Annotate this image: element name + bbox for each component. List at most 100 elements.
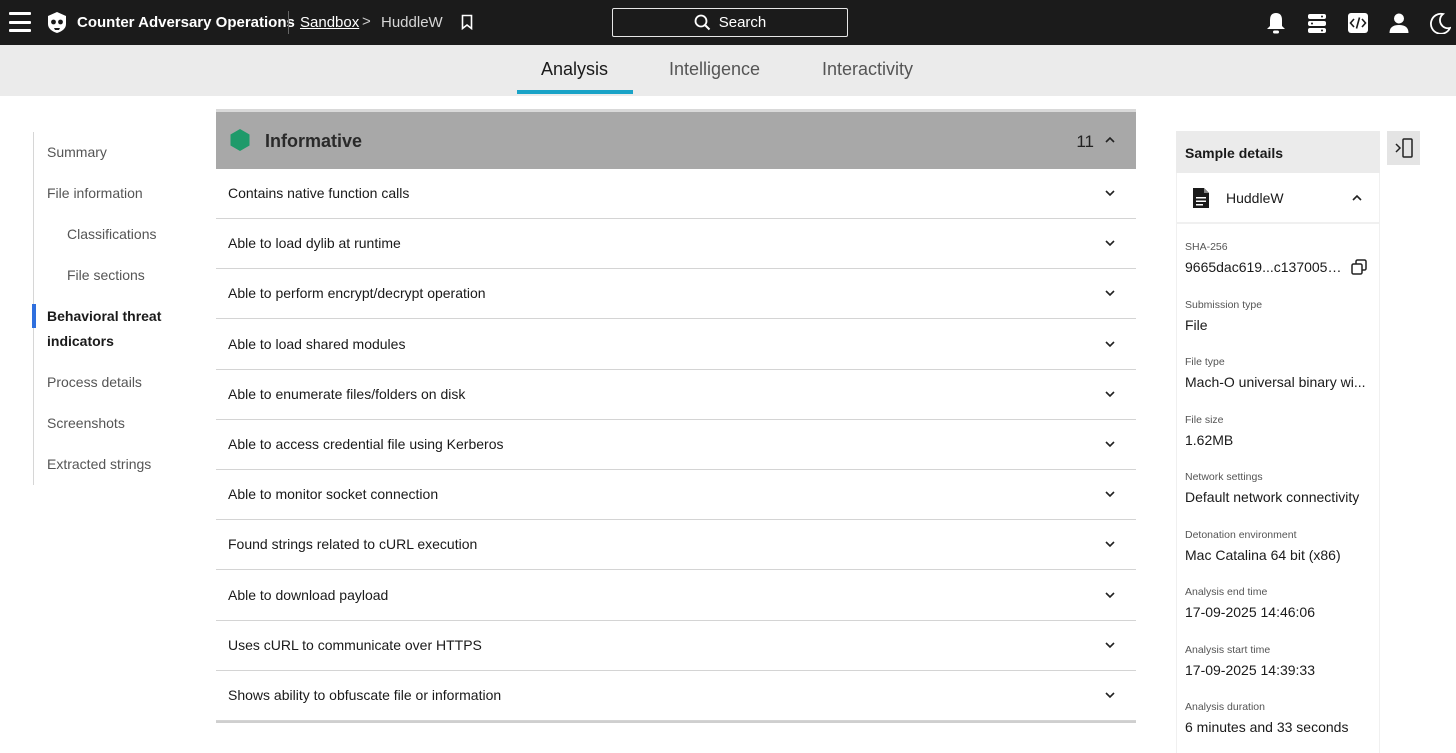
- field-label: Detonation environment: [1185, 528, 1297, 541]
- code-icon[interactable]: [1345, 10, 1371, 36]
- nav-item-file-sections[interactable]: File sections: [67, 263, 145, 288]
- chevron-up-icon[interactable]: [1104, 134, 1116, 146]
- search-label: Search: [718, 14, 767, 31]
- indicator-row[interactable]: Shows ability to obfuscate file or infor…: [216, 671, 1136, 721]
- sample-name: HuddleW: [1226, 190, 1284, 206]
- field-value: Default network connectivity: [1185, 489, 1360, 505]
- breadcrumb-separator: >: [362, 13, 371, 30]
- field-label: Analysis end time: [1185, 586, 1268, 598]
- indicator-row[interactable]: Able to enumerate files/folders on disk: [216, 370, 1136, 420]
- field-value: 1.62MB: [1185, 431, 1234, 448]
- chevron-down-icon[interactable]: [1104, 238, 1116, 248]
- bookmark-icon[interactable]: [461, 14, 473, 30]
- indicator-row[interactable]: Able to monitor socket connection: [216, 470, 1136, 521]
- document-icon: [1193, 188, 1209, 208]
- indicator-row[interactable]: Able to download payload: [216, 571, 1136, 621]
- nav-item-file-information[interactable]: File information: [47, 181, 143, 206]
- indicator-label: Able to enumerate files/folders on disk: [228, 385, 466, 402]
- divider: [288, 11, 289, 34]
- search-button[interactable]: Search: [612, 8, 848, 37]
- nav-item-behavioral-threat-indicators[interactable]: indicators: [47, 329, 114, 354]
- tab-intelligence[interactable]: Intelligence: [669, 59, 760, 80]
- sample-details-header: Sample details: [1176, 131, 1380, 173]
- indicator-row[interactable]: Able to load shared modules: [216, 320, 1136, 370]
- collapse-panel-button[interactable]: [1387, 131, 1420, 165]
- field-label: File size: [1185, 413, 1224, 426]
- field-label: Analysis duration: [1185, 701, 1265, 713]
- field-label: Network settings: [1185, 471, 1263, 483]
- indicator-label: Able to load shared modules: [228, 335, 406, 352]
- field-label: Submission type: [1185, 298, 1263, 311]
- nav-item-behavioral-threat[interactable]: Behavioral threat: [47, 304, 161, 329]
- bell-icon[interactable]: [1263, 10, 1289, 36]
- nav-item-screenshots[interactable]: Screenshots: [47, 411, 125, 436]
- indicator-label: Contains native function calls: [228, 185, 410, 201]
- nav-active-indicator: [32, 304, 36, 328]
- field-label: Analysis start time: [1185, 643, 1271, 656]
- chevron-down-icon[interactable]: [1104, 339, 1116, 349]
- field-value: 17-09-2025 14:39:33: [1185, 661, 1315, 678]
- indicator-label: Able to perform encrypt/decrypt operatio…: [228, 285, 486, 302]
- breadcrumb-current: HuddleW: [381, 14, 443, 31]
- moon-icon[interactable]: [1427, 10, 1453, 36]
- indicator-label: Able to download payload: [228, 586, 389, 603]
- section-title: Informative: [265, 131, 363, 151]
- indicator-row[interactable]: Able to perform encrypt/decrypt operatio…: [216, 269, 1136, 320]
- user-icon[interactable]: [1386, 10, 1412, 36]
- sample-details-fields: SHA-256 9665dac619...c137005e9b Submission…: [1177, 224, 1379, 753]
- chevron-down-icon[interactable]: [1104, 439, 1116, 449]
- indicator-row[interactable]: Able to load dylib at runtime: [216, 219, 1136, 270]
- indicator-row[interactable]: Uses cURL to communicate over HTTPS: [216, 621, 1136, 671]
- indicator-label: Able to monitor socket connection: [228, 486, 439, 503]
- indicator-row[interactable]: Found strings related to cURL execution: [216, 520, 1136, 571]
- indicator-label: Shows ability to obfuscate file or infor…: [228, 687, 502, 703]
- chevron-up-icon[interactable]: [1351, 193, 1363, 203]
- indicator-label: Uses cURL to communicate over HTTPS: [228, 636, 482, 653]
- chevron-down-icon[interactable]: [1104, 590, 1116, 600]
- breadcrumb-sandbox-link[interactable]: Sandbox: [300, 14, 359, 31]
- top-bar: Counter Adversary Operations Sandbox > H…: [0, 0, 1456, 45]
- field-value: Mac Catalina 64 bit (x86): [1185, 546, 1341, 563]
- indicator-label: Found strings related to cURL execution: [228, 536, 478, 553]
- section-count: 11: [1076, 132, 1094, 151]
- active-tab-indicator: [517, 90, 633, 94]
- nav-item-classifications[interactable]: Classifications: [67, 222, 156, 247]
- indicator-label: Able to load dylib at runtime: [228, 235, 401, 252]
- sample-details-title: Sample details: [1185, 145, 1284, 161]
- field-value: 17-09-2025 14:46:06: [1185, 604, 1315, 620]
- nav-item-extracted-strings[interactable]: Extracted strings: [47, 452, 151, 477]
- panel-collapse-icon: [1394, 138, 1413, 158]
- search-icon: [694, 14, 710, 31]
- field-value: 6 minutes and 33 seconds: [1185, 719, 1349, 735]
- field-value: 9665dac619...c137005e9b: [1185, 259, 1349, 275]
- menu-icon[interactable]: [9, 12, 31, 32]
- nav-item-summary[interactable]: Summary: [47, 140, 107, 165]
- logo-icon: [48, 12, 66, 33]
- tabs-bar: Analysis Intelligence Interactivity: [0, 45, 1456, 96]
- copy-icon[interactable]: [1351, 259, 1367, 275]
- chevron-down-icon[interactable]: [1104, 640, 1116, 650]
- nav-item-process-details[interactable]: Process details: [47, 370, 142, 395]
- chevron-down-icon[interactable]: [1104, 539, 1116, 549]
- chevron-down-icon[interactable]: [1104, 188, 1116, 198]
- stack-icon[interactable]: [1304, 10, 1330, 36]
- chevron-down-icon[interactable]: [1104, 690, 1116, 700]
- tab-interactivity[interactable]: Interactivity: [822, 59, 913, 80]
- hexagon-severity-icon: [230, 129, 250, 151]
- field-value: File: [1185, 316, 1208, 333]
- indicator-label: Able to access credential file using Ker…: [228, 436, 504, 452]
- field-label: File type: [1185, 356, 1225, 368]
- sample-details-panel: Sample details HuddleW SHA-256 9665dac619…: [1176, 131, 1380, 753]
- indicator-row[interactable]: Able to access credential file using Ker…: [216, 420, 1136, 470]
- sample-card[interactable]: HuddleW: [1177, 173, 1379, 222]
- app-title: Counter Adversary Operations: [77, 14, 295, 31]
- chevron-down-icon[interactable]: [1104, 288, 1116, 298]
- section-header-informative[interactable]: Informative 11: [216, 112, 1136, 169]
- chevron-down-icon[interactable]: [1104, 489, 1116, 499]
- indicator-row[interactable]: Contains native function calls: [216, 169, 1136, 219]
- divider: [216, 721, 1136, 724]
- field-value: Mach-O universal binary wi...: [1185, 374, 1366, 390]
- tab-analysis[interactable]: Analysis: [541, 59, 608, 80]
- field-label: SHA-256: [1185, 241, 1228, 253]
- chevron-down-icon[interactable]: [1104, 389, 1116, 399]
